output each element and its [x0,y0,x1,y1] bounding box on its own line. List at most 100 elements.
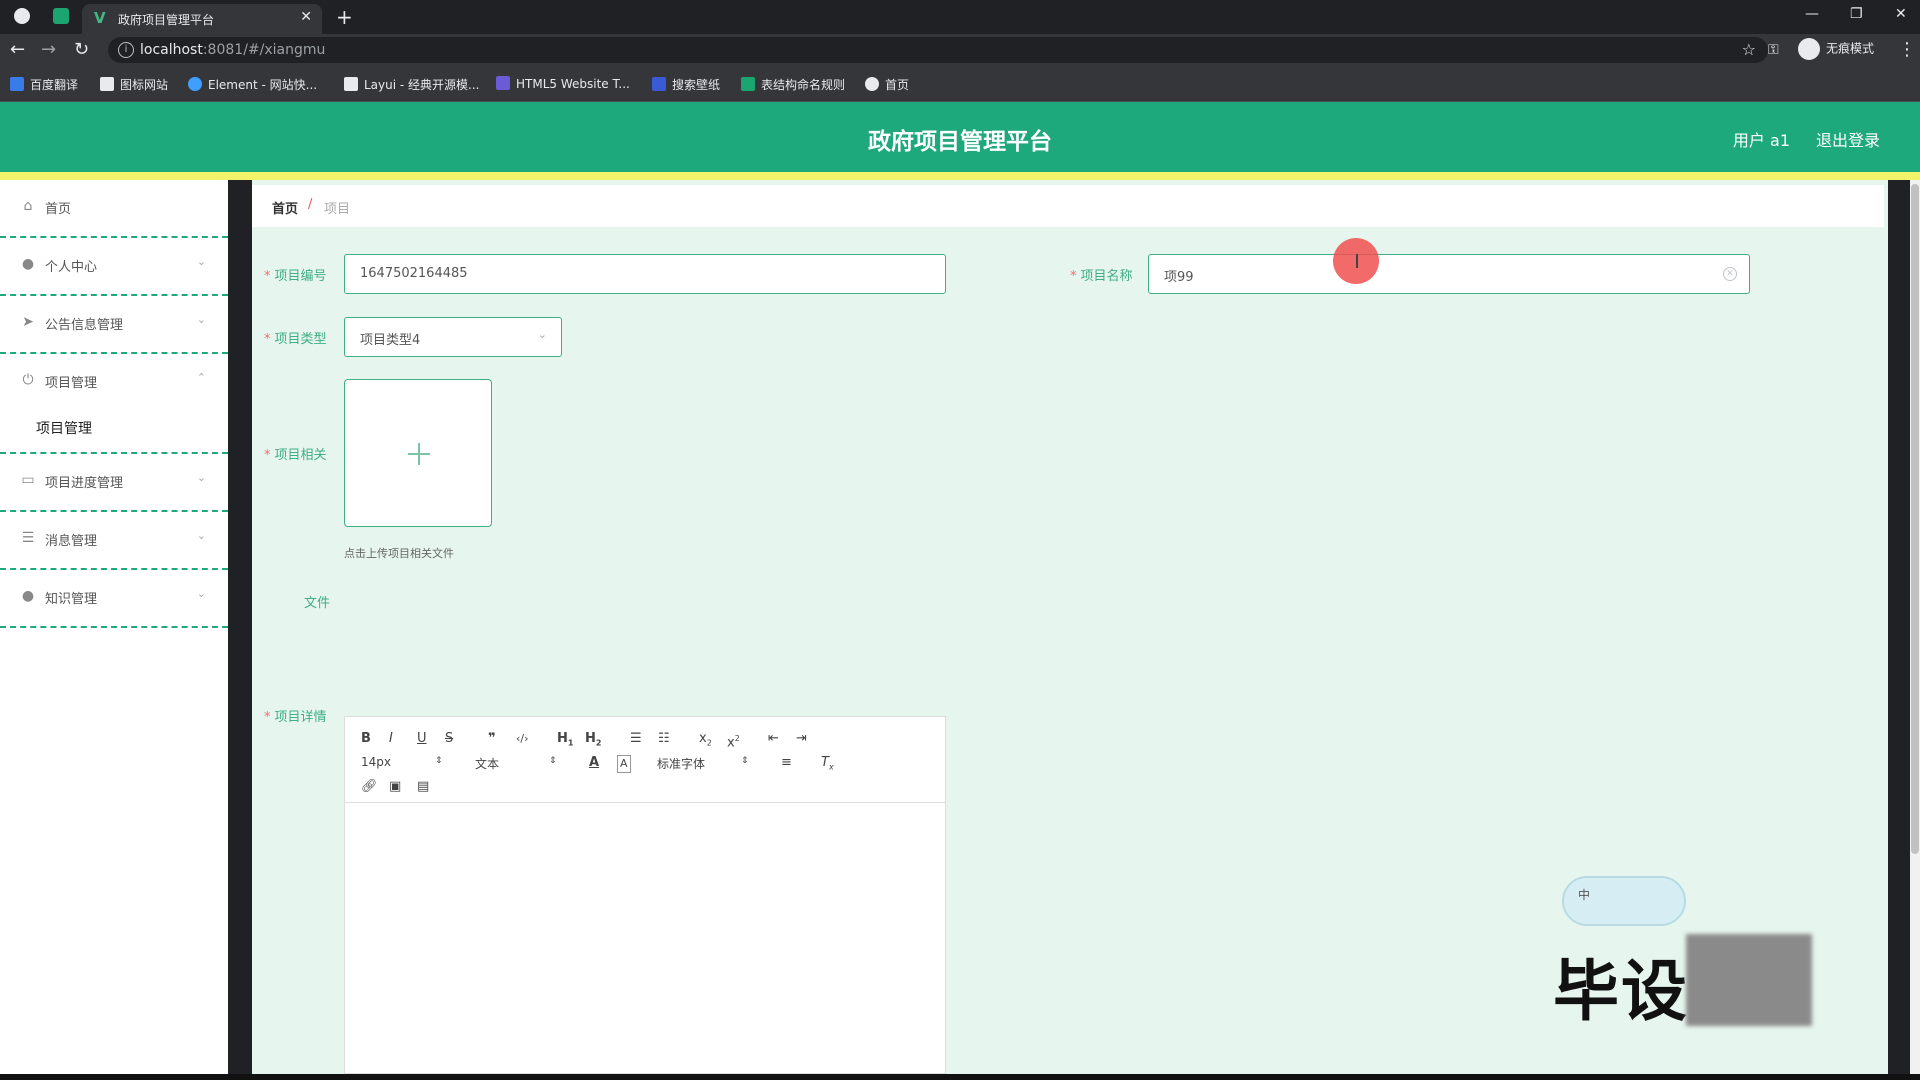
clear-icon[interactable]: ✕ [1723,267,1737,281]
watermark-blur [1686,934,1812,1026]
browser-tab-active[interactable]: V 政府项目管理平台 ✕ [82,4,322,34]
incognito-indicator[interactable]: 无痕模式 [1798,38,1874,62]
pinned-tab-icon[interactable] [53,8,69,24]
current-user: 用户 a1 [1732,131,1790,150]
scrollbar-thumb[interactable] [1911,184,1919,854]
bookmarks-bar: 百度翻译 图标网站 Element - 网站快... Layui - 经典开源模… [0,66,1920,102]
sidebar-item-label: 首页 [45,202,72,217]
bullet-list-icon[interactable]: ☷ [658,731,670,747]
home-icon: ⌂ [23,198,33,214]
bookmark-item[interactable]: 表结构命名规则 [741,76,845,93]
chevron-up-icon: ⌃ [196,371,206,384]
superscript-icon[interactable]: x2 [727,731,740,751]
font-color-icon[interactable]: A [589,755,599,771]
clear-format-icon[interactable]: Tx [821,755,834,776]
browser-menu-dots-icon[interactable]: ⋮ [1898,40,1916,60]
sidebar-item-label: 知识管理 [45,592,98,607]
page-scrollbar[interactable] [1910,180,1920,1074]
heading1-icon[interactable]: H1 [557,731,573,752]
strikethrough-icon[interactable]: S [445,731,453,747]
project-code-input[interactable]: 1647502164485 [344,254,946,294]
sidebar-item-label: 项目管理 [45,376,98,391]
bookmark-item[interactable]: 搜索壁纸 [652,76,720,93]
sidebar-item-notices[interactable]: ➤ 公告信息管理 ⌄ [0,296,228,354]
wallpaper-icon [652,77,666,91]
project-name-input[interactable]: 项99 ✕ [1148,254,1750,294]
address-bar[interactable]: i localhost:8081/#/xiangmu ☆ [108,37,1768,63]
heading2-icon[interactable]: H2 [585,731,601,752]
send-icon: ➤ [22,314,34,330]
bookmark-item[interactable]: HTML5 Website T... [496,76,630,91]
underline-icon[interactable]: U [417,731,427,747]
minimize-button[interactable]: — [1805,6,1819,22]
incognito-icon [1798,38,1820,60]
app-header: 政府项目管理平台 用户 a1 退出登录 [0,102,1920,172]
bookmark-item[interactable]: Element - 网站快... [188,76,317,93]
close-window-button[interactable]: ✕ [1895,6,1907,22]
rich-text-editor[interactable]: B I U S ❞ ‹/› H1 H2 ☰ ☷ x2 x2 ⇤ ⇥ 14px ⇕ … [344,716,946,1074]
flag-icon [100,77,114,91]
project-type-value: 项目类型4 [360,333,421,348]
site-info-icon[interactable]: i [118,42,134,58]
font-size-select[interactable]: 14px ⇕ [361,755,445,769]
tab-close-icon[interactable]: ✕ [300,9,312,25]
panel-icon: ▭ [21,472,35,488]
app-title: 政府项目管理平台 [868,129,1052,155]
italic-icon[interactable]: I [389,731,393,747]
browser-menu-icon[interactable] [14,8,30,24]
align-icon[interactable]: ≡ [781,755,792,771]
new-tab-button[interactable]: + [336,5,353,29]
logout-link[interactable]: 退出登录 [1816,127,1880,151]
sidebar-item-progress[interactable]: ▭ 项目进度管理 ⌄ [0,454,228,512]
image-icon[interactable]: ▣ [389,779,401,795]
chevron-down-icon: ⌄ [196,587,206,600]
restore-button[interactable]: ❐ [1850,6,1863,22]
breadcrumb-home[interactable]: 首页 [272,198,298,217]
html5-icon [496,76,510,90]
file-upload-button[interactable] [344,379,492,527]
breadcrumb: 首页 / 项目 [252,185,1884,227]
link-icon[interactable]: 🔗︎ [361,779,378,795]
video-icon[interactable]: ▤ [417,779,429,795]
user-icon: ● [21,588,35,604]
power-icon: ⏻ [22,372,34,388]
bookmark-item[interactable]: Layui - 经典开源模... [344,76,479,93]
forward-icon[interactable]: → [41,40,56,60]
background-color-icon[interactable]: A [617,755,631,773]
bookmark-item[interactable]: 百度翻译 [10,76,78,93]
globe-icon [865,77,879,91]
breadcrumb-separator: / [308,197,313,212]
sidebar-subitem-project-management[interactable]: 项目管理 [0,402,228,454]
blockquote-icon[interactable]: ❞ [488,731,496,747]
sidebar-item-label: 个人中心 [45,260,98,275]
subscript-icon[interactable]: x2 [699,731,712,752]
ime-indicator: 中 [1562,876,1686,926]
code-icon[interactable]: ‹/› [516,731,529,747]
upload-tip: 点击上传项目相关文件 [344,547,454,560]
project-file-label-2: 文件 [304,596,331,611]
bookmark-item[interactable]: 图标网站 [100,76,168,93]
sidebar-item-knowledge[interactable]: ● 知识管理 ⌄ [0,570,228,628]
bookmark-item[interactable]: 首页 [865,76,909,93]
ordered-list-icon[interactable]: ☰ [630,731,642,747]
heading-select[interactable]: 文本 ⇕ [475,755,559,772]
layui-icon [344,77,358,91]
project-name-label: * 项目名称 [1070,269,1133,284]
watermark-text: 毕设 [1553,953,1689,1030]
bookmark-star-icon[interactable]: ☆ [1742,40,1756,59]
key-icon[interactable]: ⚿ [1768,40,1779,60]
bold-icon[interactable]: B [361,731,371,747]
reload-icon[interactable]: ↻ [74,40,89,60]
sidebar-item-profile[interactable]: ● 个人中心 ⌄ [0,238,228,296]
chevron-down-icon: ⌄ [196,255,206,268]
back-icon[interactable]: ← [10,40,25,60]
indent-icon[interactable]: ⇥ [796,731,807,747]
sidebar-item-label: 消息管理 [45,534,98,549]
sidebar-item-label: 项目进度管理 [45,476,124,491]
sidebar-item-messages[interactable]: ☰ 消息管理 ⌄ [0,512,228,570]
outdent-icon[interactable]: ⇤ [768,731,779,747]
font-family-select[interactable]: 标准字体 ⇕ [657,755,751,772]
sidebar-item-home[interactable]: ⌂ 首页 [0,180,228,238]
chevron-down-icon: ⌄ [196,471,206,484]
project-type-select[interactable]: 项目类型4 ⌄ [344,317,562,357]
